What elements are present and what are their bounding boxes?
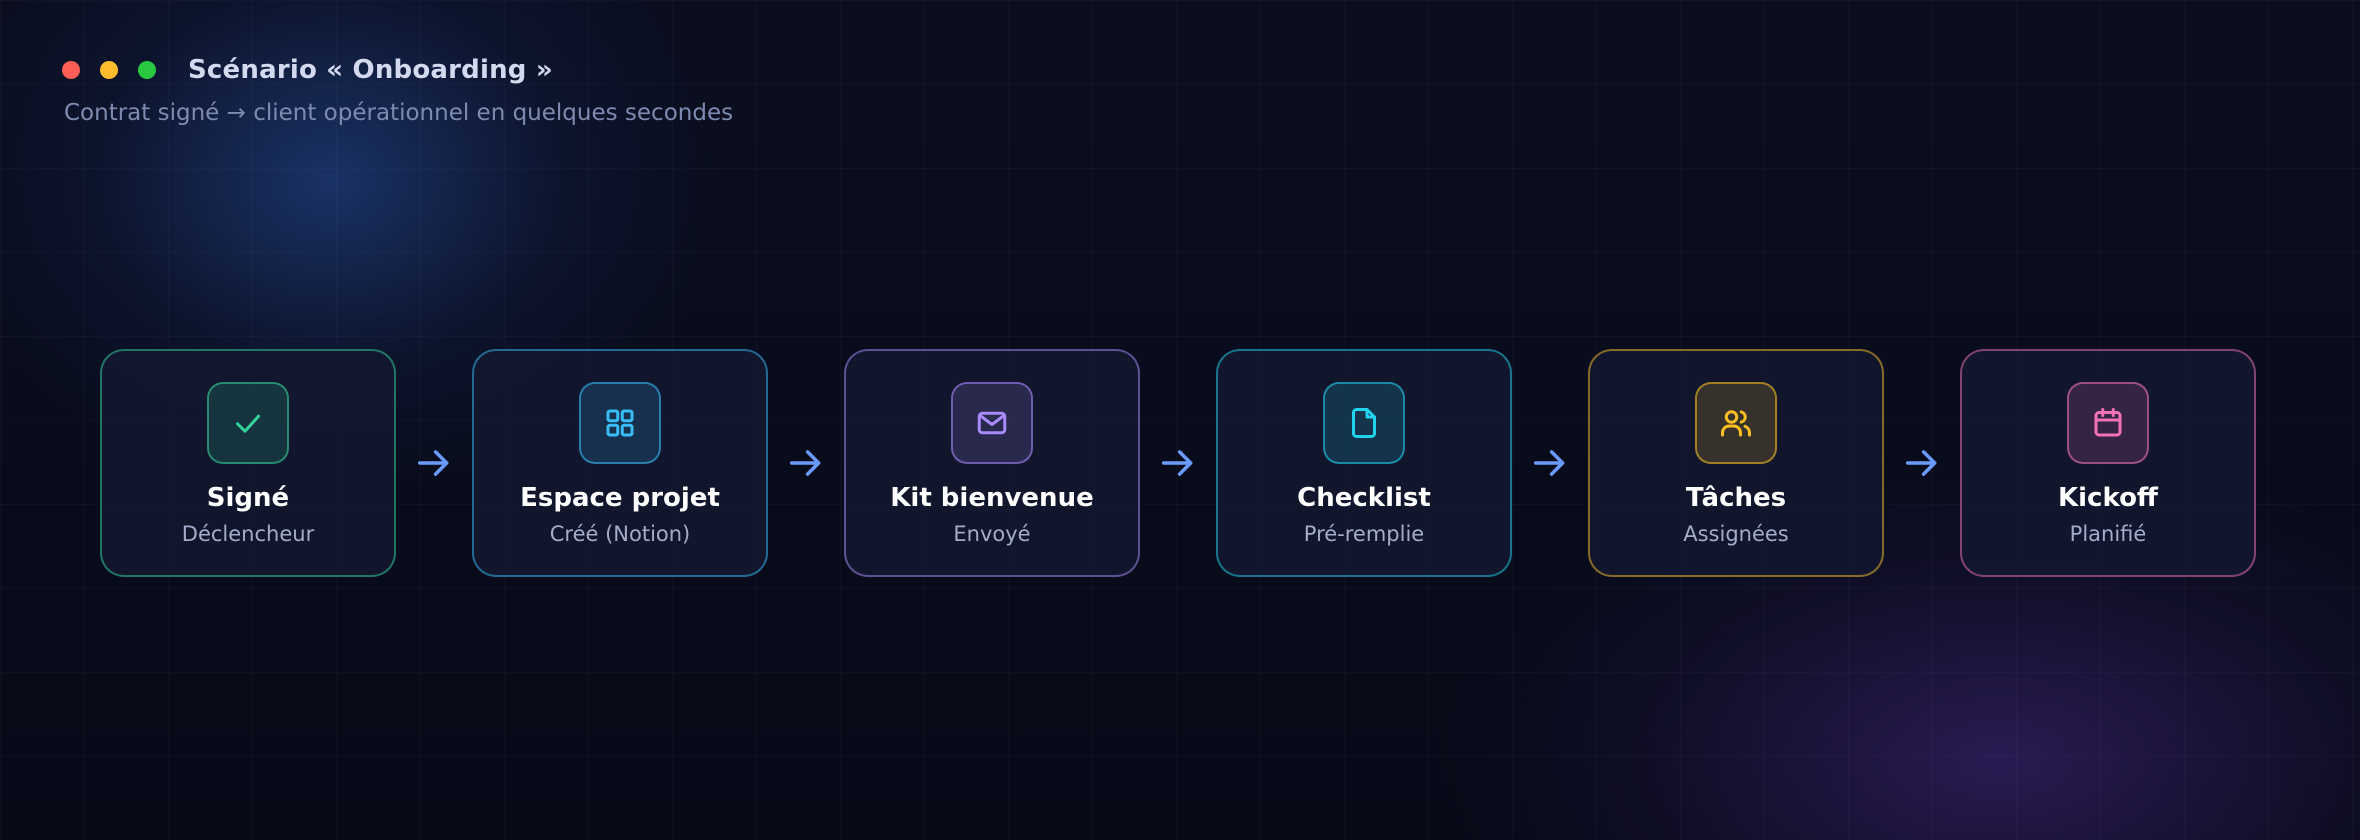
step-card-espace-projet[interactable]: Espace projet Créé (Notion) <box>472 349 768 577</box>
title-bar: Scénario « Onboarding » <box>62 55 733 85</box>
mail-icon <box>951 382 1033 464</box>
grid-icon <box>579 382 661 464</box>
users-icon <box>1695 382 1777 464</box>
step-status: Envoyé <box>953 522 1031 546</box>
arrow-right-icon <box>1512 443 1588 483</box>
step-status: Créé (Notion) <box>549 522 691 546</box>
page-title: Scénario « Onboarding » <box>188 55 553 85</box>
arrow-right-icon <box>396 443 472 483</box>
header: Scénario « Onboarding » Contrat signé → … <box>62 55 734 126</box>
step-status: Déclencheur <box>181 522 315 546</box>
step-status: Pré-remplie <box>1303 522 1425 546</box>
step-title: Tâches <box>1685 483 1787 513</box>
step-card-kit-bienvenue[interactable]: Kit bienvenue Envoyé <box>844 349 1140 577</box>
file-icon <box>1323 382 1405 464</box>
step-card-checklist[interactable]: Checklist Pré-remplie <box>1216 349 1512 577</box>
arrow-right-icon <box>768 443 844 483</box>
step-card-signe[interactable]: Signé Déclencheur <box>100 349 396 577</box>
minimize-button[interactable] <box>100 61 118 79</box>
arrow-right-icon <box>1884 443 1960 483</box>
maximize-button[interactable] <box>138 61 156 79</box>
workflow: Signé Déclencheur Espace projet Créé (No… <box>100 349 2256 577</box>
step-title: Checklist <box>1297 483 1431 513</box>
step-title: Espace projet <box>520 483 720 513</box>
close-button[interactable] <box>62 61 80 79</box>
step-card-kickoff[interactable]: Kickoff Planifié <box>1960 349 2256 577</box>
step-status: Assignées <box>1683 522 1789 546</box>
calendar-icon <box>2067 382 2149 464</box>
arrow-right-icon <box>1140 443 1216 483</box>
step-title: Kit bienvenue <box>890 483 1094 513</box>
step-status: Planifié <box>2069 522 2147 546</box>
page-subtitle: Contrat signé → client opérationnel en q… <box>64 100 734 126</box>
step-title: Kickoff <box>2058 483 2158 513</box>
check-icon <box>207 382 289 464</box>
step-title: Signé <box>206 483 290 513</box>
step-card-taches[interactable]: Tâches Assignées <box>1588 349 1884 577</box>
